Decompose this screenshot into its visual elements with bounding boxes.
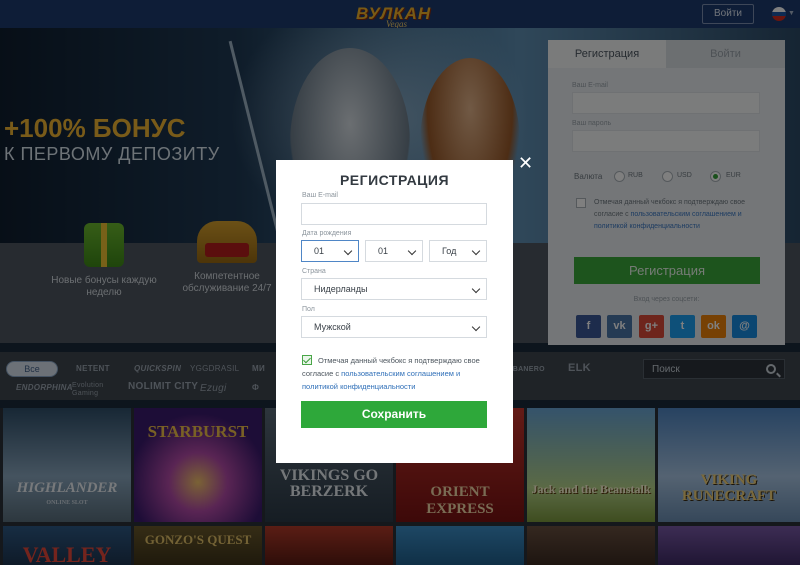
email-field[interactable]	[301, 203, 487, 225]
country-label: Страна	[302, 268, 326, 275]
modal-title: РЕГИСТРАЦИЯ	[339, 172, 450, 188]
chevron-down-icon	[471, 246, 481, 256]
chevron-down-icon	[343, 246, 353, 256]
dob-year-select[interactable]: Год	[429, 240, 487, 262]
dob-month-select[interactable]: 01	[365, 240, 423, 262]
dob-month-value: 01	[378, 246, 389, 256]
country-select[interactable]: Нидерланды	[301, 278, 487, 300]
dob-day-value: 01	[314, 246, 325, 256]
dob-year-value: Год	[442, 246, 457, 256]
dob-label: Дата рождения	[302, 230, 352, 237]
registration-modal: РЕГИСТРАЦИЯ Ваш E-mail Дата рождения 01 …	[276, 160, 513, 463]
country-value: Нидерланды	[314, 284, 368, 294]
chevron-down-icon	[407, 246, 417, 256]
gender-label: Пол	[302, 306, 315, 313]
save-button[interactable]: Сохранить	[301, 401, 487, 428]
chevron-down-icon	[471, 322, 481, 332]
gender-select[interactable]: Мужской	[301, 316, 487, 338]
chevron-down-icon	[471, 284, 481, 294]
consent-text: Отмечая данный чекбокс я подтверждаю сво…	[302, 354, 494, 393]
close-icon[interactable]: ✕	[518, 154, 533, 172]
email-label: Ваш E-mail	[302, 192, 338, 199]
dob-day-select[interactable]: 01	[301, 240, 359, 262]
gender-value: Мужской	[314, 322, 351, 332]
